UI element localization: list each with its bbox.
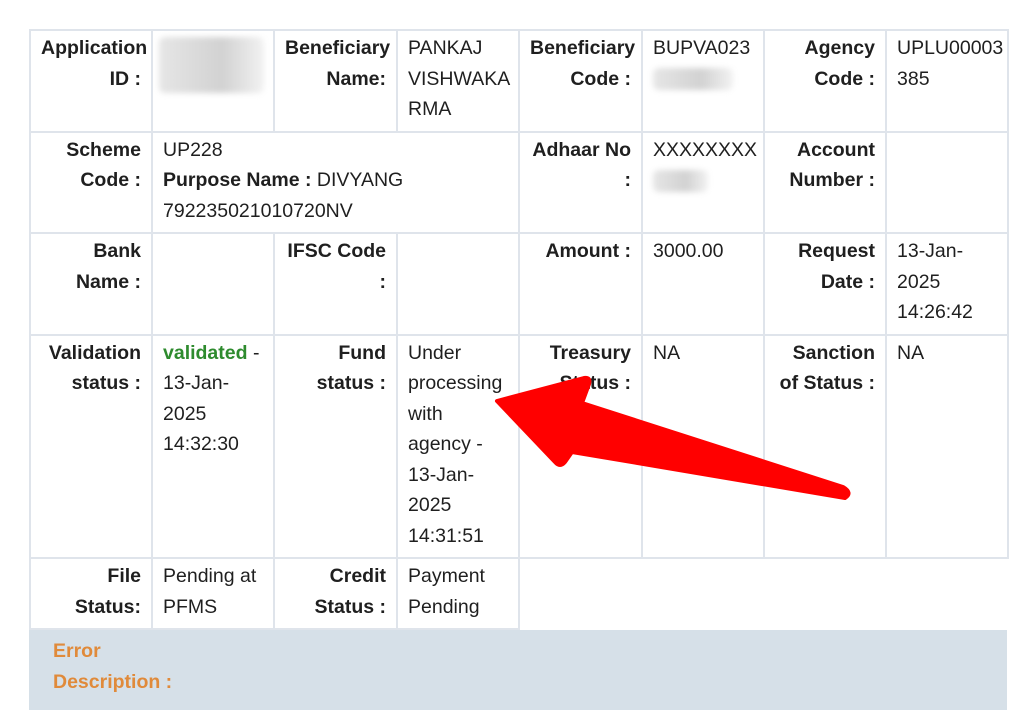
application-id-value [151, 29, 275, 133]
redacted-value [159, 37, 264, 93]
account-number-label: Account Number : [763, 130, 887, 234]
adhaar-no-value: XXXXXXXX [641, 130, 765, 234]
empty-space [519, 558, 1008, 629]
ifsc-code-value [396, 232, 520, 336]
agency-code-label: Agency Code : [763, 29, 887, 133]
table-row: Bank Name : IFSC Code : Amount : 3000.00… [29, 232, 1009, 336]
validation-status-badge: validated [163, 341, 248, 364]
file-status-label: File Status: [29, 557, 153, 630]
credit-status-label: Credit Status : [273, 557, 398, 630]
bank-name-value [151, 232, 275, 336]
adhaar-no-label: Adhaar No : [518, 130, 643, 234]
treasury-status-label: Treasury Status : [518, 333, 643, 559]
amount-value: 3000.00 [641, 232, 765, 336]
sanction-status-value: NA [885, 333, 1009, 559]
application-details-panel: Application ID : Beneficiary Name: PANKA… [29, 29, 1009, 710]
beneficiary-name-label: Beneficiary Name: [273, 29, 398, 133]
ifsc-code-label: IFSC Code : [273, 232, 398, 336]
table-row: Scheme Code : UP228 Purpose Name : DIVYA… [29, 130, 1009, 234]
purpose-name-label: Purpose Name : [163, 169, 312, 191]
credit-status-value: Payment Pending [396, 557, 520, 630]
fund-status-value: Under processing with agency - 13-Jan- 2… [396, 333, 520, 559]
validation-status-value: validated - 13-Jan- 2025 14:32:30 [151, 333, 275, 559]
purpose-name-value: DIVYANG [316, 169, 404, 191]
table-row: File Status: Pending at PFMS Credit Stat… [29, 557, 1008, 630]
amount-label: Amount : [518, 232, 643, 336]
beneficiary-code-text: BUPVA023 [653, 37, 751, 59]
beneficiary-code-value: BUPVA023 [641, 29, 765, 133]
account-number-value [885, 130, 1009, 234]
table-row: Validation status : validated - 13-Jan- … [29, 333, 1009, 559]
request-date-value: 13-Jan- 2025 14:26:42 [885, 232, 1009, 336]
fund-status-label: Fund status : [273, 333, 398, 559]
bank-name-label: Bank Name : [29, 232, 153, 336]
scheme-code-label: Scheme Code : [29, 130, 153, 234]
redacted-value [653, 169, 708, 192]
beneficiary-name-value: PANKAJ VISHWAKA RMA [396, 29, 520, 133]
treasury-status-value: NA [641, 333, 765, 559]
error-description-row: Error Description : [29, 630, 1007, 710]
sanction-status-label: Sanction of Status : [763, 333, 887, 559]
request-date-label: Request Date : [763, 232, 887, 336]
validation-status-label: Validation status : [29, 333, 153, 559]
scheme-code-text: UP228 [163, 138, 223, 161]
adhaar-no-text: XXXXXXXX [653, 138, 758, 161]
application-id-label: Application ID : [29, 29, 153, 133]
agency-code-value: UPLU00003 385 [885, 29, 1009, 133]
scheme-code-value: UP228 Purpose Name : DIVYANG 79223502101… [151, 130, 520, 234]
table-row: Application ID : Beneficiary Name: PANKA… [29, 29, 1009, 133]
error-description-label: Error Description : [53, 640, 173, 693]
file-status-value: Pending at PFMS [151, 557, 275, 630]
redacted-value [653, 68, 733, 91]
application-details-table: Application ID : Beneficiary Name: PANKA… [29, 29, 1009, 630]
purpose-reference: 792235021010720NV [163, 199, 353, 222]
beneficiary-code-label: Beneficiary Code : [518, 29, 643, 133]
